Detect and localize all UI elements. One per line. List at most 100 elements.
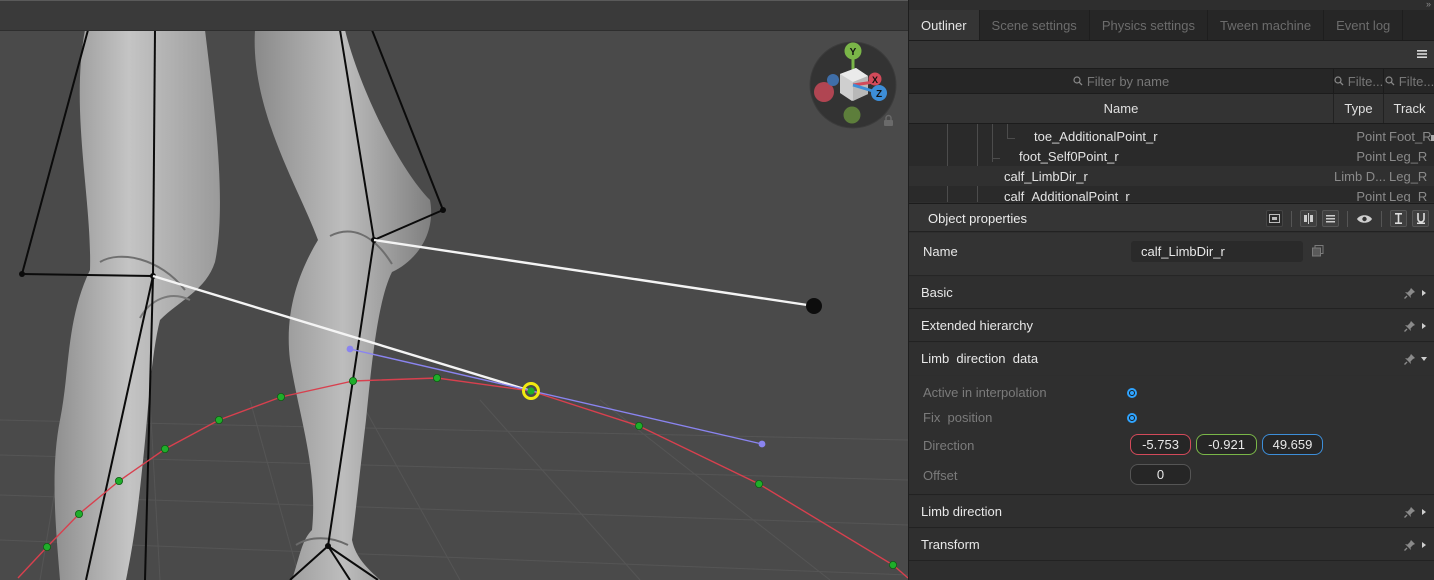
panel-tabs: Outliner Scene settings Physics settings… <box>909 10 1434 41</box>
section-title: Limb direction <box>921 504 1002 519</box>
search-icon <box>1334 76 1344 86</box>
frame-button[interactable] <box>1266 210 1283 227</box>
tab-scene-settings[interactable]: Scene settings <box>980 10 1090 40</box>
limb-direction-lines <box>152 238 815 393</box>
section-title: Limb direction data <box>921 351 1039 366</box>
limb-direction-data-body: Active in interpolation Fix position Dir… <box>909 376 1434 495</box>
filter-type-placeholder: Filte... <box>1347 73 1384 89</box>
underline-button[interactable] <box>1412 210 1429 227</box>
tree-row[interactable]: toe_AdditionalPoint_r Point Foot_R <box>909 126 1434 146</box>
section-title: Extended hierarchy <box>921 318 1034 333</box>
object-properties-title: Object properties <box>928 211 1027 226</box>
frame-icon <box>1269 214 1280 223</box>
toolbar-separator <box>1381 210 1382 227</box>
i-beam-icon <box>1395 213 1402 224</box>
tree-row-name: foot_Self0Point_r <box>1019 148 1119 164</box>
tree-row-name: calf_AdditionalPoint_r <box>1004 188 1130 203</box>
active-in-interpolation-radio[interactable] <box>1127 388 1137 398</box>
pin-icon[interactable] <box>1404 353 1416 365</box>
tree-row-track: Leg_R <box>1389 188 1428 203</box>
outliner-toolbar <box>909 41 1434 68</box>
limb-target-handle[interactable] <box>806 298 822 314</box>
search-icon <box>1385 76 1395 86</box>
keyframe-points[interactable] <box>43 373 898 570</box>
section-limb-direction-data[interactable]: Limb direction data <box>909 343 1434 375</box>
direction-y-field[interactable]: -0.921 <box>1196 434 1257 455</box>
tree-row[interactable]: foot_Self0Point_r Point Leg_R <box>909 146 1434 166</box>
pin-icon[interactable] <box>1404 539 1416 551</box>
copy-icon[interactable] <box>1312 245 1324 257</box>
chevron-right-icon <box>1422 542 1426 548</box>
section-title: Transform <box>921 537 980 552</box>
column-header-track[interactable]: Track <box>1384 94 1434 123</box>
pin-icon[interactable] <box>1404 320 1416 332</box>
tab-outliner[interactable]: Outliner <box>909 10 980 40</box>
side-panel: » Outliner Scene settings Physics settin… <box>908 0 1434 580</box>
fix-position-radio[interactable] <box>1127 413 1137 423</box>
name-label: Name <box>923 244 958 259</box>
expand-arrows-icon[interactable]: » <box>1426 0 1431 9</box>
outliner-column-headers: Name Type Track <box>909 94 1434 124</box>
filter-track-placeholder: Filte... <box>1398 73 1434 89</box>
selected-keyframe[interactable] <box>522 382 540 400</box>
lock-icon[interactable] <box>882 114 895 127</box>
gizmo-y-label: Y <box>850 47 857 58</box>
eye-icon[interactable] <box>1356 213 1373 225</box>
tab-physics-settings[interactable]: Physics settings <box>1090 10 1209 40</box>
chevron-right-icon <box>1422 509 1426 515</box>
outliner-tree: toe_AdditionalPoint_r Point Foot_R foot_… <box>909 124 1434 202</box>
tree-row-selected[interactable]: calf_LimbDir_r Limb D... Leg_R <box>909 166 1434 186</box>
section-transform[interactable]: Transform <box>909 529 1434 561</box>
tree-row-name: toe_AdditionalPoint_r <box>1034 128 1158 144</box>
column-header-type[interactable]: Type <box>1334 94 1384 123</box>
filter-type-input[interactable]: Filte... <box>1334 69 1384 93</box>
viewport-toolbar-strip <box>0 0 908 31</box>
left-leg-mesh <box>54 30 220 580</box>
u-icon <box>1416 213 1425 224</box>
section-title: Basic <box>921 285 953 300</box>
italic-button[interactable] <box>1390 210 1407 227</box>
chevron-right-icon <box>1422 290 1426 296</box>
outliner-filters: Filter by name Filte... Filte... <box>909 68 1434 94</box>
list-view-button[interactable] <box>1322 210 1339 227</box>
tree-row[interactable]: calf_AdditionalPoint_r Point Leg_R <box>909 186 1434 203</box>
direction-label: Direction <box>923 438 975 453</box>
offset-label: Offset <box>923 468 958 483</box>
tree-row-type: Point <box>1356 148 1386 164</box>
list-icon <box>1326 215 1335 223</box>
split-view-button[interactable] <box>1300 210 1317 227</box>
scene-canvas[interactable]: Y X Z <box>0 0 908 580</box>
3d-viewport[interactable]: Y X Z <box>0 0 908 580</box>
section-extended-hierarchy[interactable]: Extended hierarchy <box>909 310 1434 342</box>
column-header-name[interactable]: Name <box>909 94 1334 123</box>
tree-row-track: Foot_R <box>1389 128 1432 144</box>
filter-name-input[interactable]: Filter by name <box>909 69 1334 93</box>
filter-track-input[interactable]: Filte... <box>1384 69 1434 93</box>
offset-field[interactable]: 0 <box>1130 464 1191 485</box>
toolbar-separator <box>1347 210 1348 227</box>
name-input[interactable]: calf_LimbDir_r <box>1131 241 1303 262</box>
tab-event-log[interactable]: Event log <box>1324 10 1404 40</box>
menu-icon[interactable] <box>1415 47 1429 61</box>
direction-x-field[interactable]: -5.753 <box>1130 434 1191 455</box>
tab-tween-machine[interactable]: Tween machine <box>1208 10 1325 40</box>
tangent-handle-in[interactable] <box>346 345 354 353</box>
section-limb-direction[interactable]: Limb direction <box>909 496 1434 528</box>
fix-position-label: Fix position <box>923 410 993 425</box>
pin-icon[interactable] <box>1404 287 1416 299</box>
filter-name-placeholder: Filter by name <box>1086 73 1170 89</box>
tangent-line <box>349 348 763 445</box>
chevron-down-icon <box>1421 357 1427 361</box>
tree-row-track: Leg_R <box>1389 148 1428 164</box>
section-basic[interactable]: Basic <box>909 277 1434 309</box>
motion-trajectory <box>17 377 908 579</box>
direction-z-field[interactable]: 49.659 <box>1262 434 1323 455</box>
tangent-handle-out[interactable] <box>758 440 766 448</box>
pin-icon[interactable] <box>1404 506 1416 518</box>
object-properties-toolbar <box>1266 210 1429 227</box>
gizmo-x-label: X <box>872 75 878 85</box>
split-view-icon <box>1304 213 1313 224</box>
active-in-interpolation-label: Active in interpolation <box>923 385 1047 400</box>
tree-row-track: Leg_R <box>1389 168 1428 184</box>
tree-row-name: calf_LimbDir_r <box>1004 168 1088 184</box>
